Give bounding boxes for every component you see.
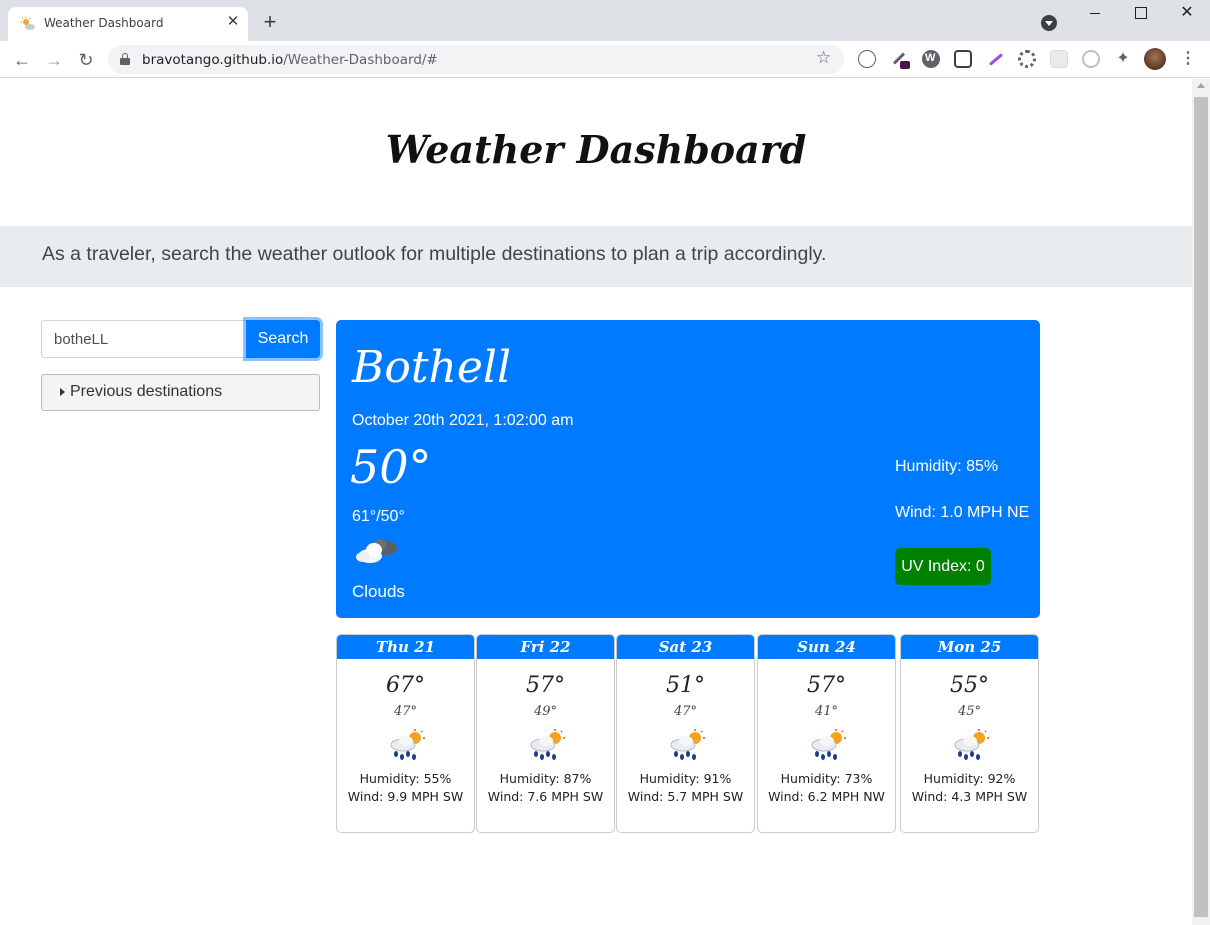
bookmark-star-icon[interactable]: ☆ [816, 48, 831, 68]
forecast-high-temp: 57° [526, 673, 565, 698]
extension-icon[interactable] [954, 50, 972, 68]
reload-icon[interactable]: ↻ [75, 49, 97, 71]
forecast-wind: Wind: 7.6 MPH SW [487, 789, 604, 804]
tab-search-icon[interactable] [1041, 15, 1057, 31]
extension-icon[interactable] [890, 50, 910, 69]
extension-icon[interactable] [1082, 50, 1100, 68]
extension-icon[interactable] [1018, 50, 1036, 68]
vertical-scrollbar[interactable] [1192, 79, 1210, 925]
forecast-humidity: Humidity: 55% [359, 771, 452, 786]
forecast-humidity: Humidity: 92% [923, 771, 1016, 786]
current-weather-card: Bothell October 20th 2021, 1:02:00 am 50… [336, 320, 1040, 618]
cloud-icon [356, 539, 397, 563]
weather-description: Clouds [352, 582, 405, 601]
forecast-humidity: Humidity: 73% [780, 771, 873, 786]
forecast-high-temp: 67° [386, 673, 425, 698]
city-search-input[interactable] [41, 320, 246, 358]
url-host: bravotango.github.io [142, 52, 284, 68]
current-wind: Wind: 1.0 MPH NE [895, 504, 1030, 521]
previous-destinations-toggle[interactable]: Previous destinations [41, 374, 320, 411]
new-tab-icon[interactable]: + [258, 11, 282, 35]
caret-right-icon [60, 388, 65, 396]
forecast-wind: Wind: 6.2 MPH NW [768, 789, 885, 804]
forecast-low-temp: 41° [814, 704, 839, 719]
forecast-day-card: Sat 23 51° 47° Humidity: 91% Wind: 5.7 M… [616, 634, 755, 833]
lock-icon[interactable] [120, 53, 130, 65]
forecast-day-card: Thu 21 67° 47° Humidity: 55% Wind: 9.9 M… [336, 634, 475, 833]
high-low-temperature: 61°/50° [352, 508, 405, 525]
browser-tab[interactable]: Weather Dashboard ✕ [8, 7, 248, 41]
forecast-low-temp: 47° [673, 704, 698, 719]
rain-sun-icon [390, 729, 425, 760]
forecast-low-temp: 45° [957, 704, 982, 719]
menu-dots-icon[interactable]: ⋮ [1180, 49, 1196, 71]
tab-strip: Weather Dashboard ✕ + ✕ [0, 0, 1210, 41]
forecast-day-label: Sun 24 [758, 635, 895, 659]
forecast-day-label: Mon 25 [901, 635, 1038, 659]
puzzle-extensions-icon[interactable]: ✦ [1114, 50, 1132, 68]
forecast-day-label: Sat 23 [617, 635, 754, 659]
forecast-high-temp: 51° [666, 673, 705, 698]
city-name: Bothell [352, 342, 512, 393]
forecast-day-label: Fri 22 [477, 635, 614, 659]
rain-sun-icon [811, 729, 846, 760]
intro-text: As a traveler, search the weather outloo… [42, 243, 827, 265]
page-viewport: Weather Dashboard As a traveler, search … [0, 79, 1192, 925]
page-title: Weather Dashboard [385, 127, 807, 172]
forecast-high-temp: 55° [950, 673, 989, 698]
forecast-high-temp: 57° [807, 673, 846, 698]
five-day-forecast: Thu 21 67° 47° Humidity: 55% Wind: 9.9 M… [336, 634, 1040, 834]
forecast-day-label: Thu 21 [337, 635, 474, 659]
url-path: /Weather-Dashboard/# [283, 52, 438, 68]
address-bar[interactable]: bravotango.github.io/Weather-Dashboard/#… [108, 45, 844, 74]
tab-close-icon[interactable]: ✕ [224, 13, 242, 31]
minimize-icon[interactable] [1072, 0, 1118, 30]
current-humidity: Humidity: 85% [895, 458, 999, 475]
intro-banner: As a traveler, search the weather outloo… [0, 226, 1192, 287]
uv-index-badge: UV Index: 0 [895, 548, 991, 585]
forecast-wind: Wind: 4.3 MPH SW [911, 789, 1028, 804]
tab-title: Weather Dashboard [44, 16, 164, 30]
close-window-icon[interactable]: ✕ [1164, 0, 1210, 30]
current-temperature: 50° [350, 440, 432, 494]
rain-sun-icon [954, 729, 989, 760]
forecast-day-card: Fri 22 57° 49° Humidity: 87% Wind: 7.6 M… [476, 634, 615, 833]
extension-icon[interactable] [858, 50, 876, 68]
profile-avatar[interactable] [1144, 48, 1166, 70]
current-datetime: October 20th 2021, 1:02:00 am [352, 412, 574, 429]
forecast-humidity: Humidity: 91% [639, 771, 732, 786]
scroll-up-arrow-icon[interactable] [1197, 83, 1205, 88]
forward-arrow-icon[interactable]: → [43, 49, 65, 71]
extension-icon[interactable] [922, 50, 940, 68]
url-text[interactable]: bravotango.github.io/Weather-Dashboard/# [142, 52, 438, 68]
forecast-low-temp: 49° [533, 704, 558, 719]
forecast-wind: Wind: 5.7 MPH SW [627, 789, 744, 804]
forecast-day-card: Sun 24 57° 41° Humidity: 73% Wind: 6.2 M… [757, 634, 896, 833]
forecast-low-temp: 47° [393, 704, 418, 719]
forecast-wind: Wind: 9.9 MPH SW [347, 789, 464, 804]
scrollbar-thumb[interactable] [1194, 97, 1208, 917]
forecast-humidity: Humidity: 87% [499, 771, 592, 786]
extension-icon[interactable] [1050, 50, 1068, 68]
weather-favicon-icon [20, 16, 35, 30]
maximize-icon[interactable] [1118, 0, 1164, 30]
back-arrow-icon[interactable]: ← [11, 49, 33, 71]
extension-icon[interactable] [986, 50, 1004, 68]
rain-sun-icon [670, 729, 705, 760]
browser-toolbar: ← → ↻ bravotango.github.io/Weather-Dashb… [0, 41, 1210, 78]
forecast-day-card: Mon 25 55° 45° Humidity: 92% Wind: 4.3 M… [900, 634, 1039, 833]
previous-destinations-label: Previous destinations [70, 383, 223, 400]
search-button[interactable]: Search [246, 320, 320, 358]
rain-sun-icon [530, 729, 565, 760]
